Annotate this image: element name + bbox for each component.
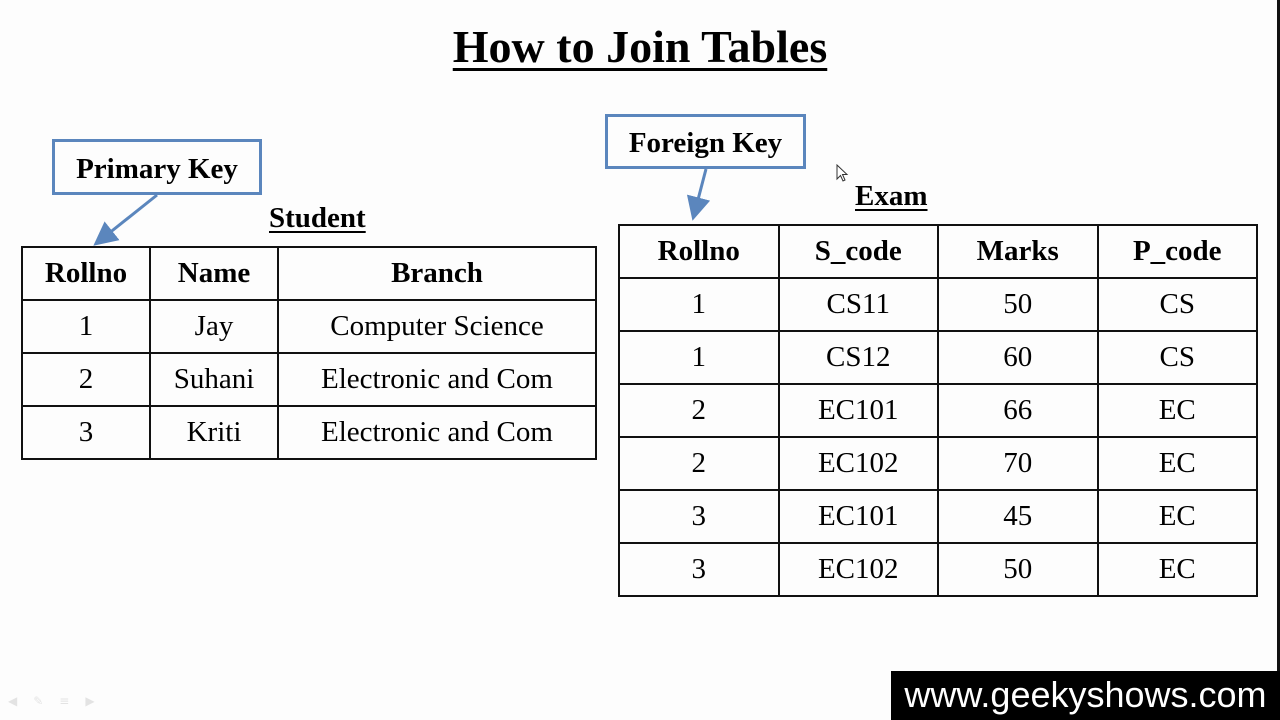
watermark: www.geekyshows.com [891, 671, 1280, 720]
table-header-row: Rollno Name Branch [21, 246, 597, 301]
header-rollno: Rollno [21, 246, 151, 301]
slideshow-controls: ◀ ✎ ≡ ▶ [8, 694, 95, 708]
cell-marks: 60 [937, 330, 1099, 385]
primary-key-arrow [93, 193, 158, 246]
foreign-key-arrow [686, 168, 711, 221]
next-icon[interactable]: ▶ [85, 694, 94, 708]
cell-s-code: EC102 [777, 542, 939, 597]
table-row: 2 EC101 66 EC [618, 383, 1258, 438]
cell-s-code: EC101 [777, 489, 939, 544]
table-row: 1 CS11 50 CS [618, 277, 1258, 332]
cell-p-code: EC [1096, 436, 1258, 491]
cell-rollno: 2 [618, 436, 780, 491]
cell-branch: Electronic and Com [277, 405, 597, 460]
table-row: 3 Kriti Electronic and Com [21, 405, 597, 460]
cell-name: Kriti [149, 405, 279, 460]
cell-p-code: EC [1096, 489, 1258, 544]
header-rollno: Rollno [618, 224, 780, 279]
cell-name: Jay [149, 299, 279, 354]
cell-rollno: 1 [21, 299, 151, 354]
cell-p-code: EC [1096, 542, 1258, 597]
cell-s-code: EC101 [777, 383, 939, 438]
cell-marks: 50 [937, 277, 1099, 332]
student-table-caption: Student [269, 202, 366, 234]
primary-key-callout: Primary Key [52, 139, 262, 195]
cell-marks: 66 [937, 383, 1099, 438]
table-row: 2 Suhani Electronic and Com [21, 352, 597, 407]
cell-rollno: 2 [21, 352, 151, 407]
cell-marks: 50 [937, 542, 1099, 597]
header-marks: Marks [937, 224, 1099, 279]
cell-s-code: CS11 [777, 277, 939, 332]
cell-marks: 45 [937, 489, 1099, 544]
exam-table: Rollno S_code Marks P_code 1 CS11 50 CS … [618, 224, 1258, 597]
cell-p-code: EC [1096, 383, 1258, 438]
cell-marks: 70 [937, 436, 1099, 491]
table-header-row: Rollno S_code Marks P_code [618, 224, 1258, 279]
table-row: 1 Jay Computer Science [21, 299, 597, 354]
cell-rollno: 1 [618, 330, 780, 385]
cell-name: Suhani [149, 352, 279, 407]
cell-p-code: CS [1096, 277, 1258, 332]
cell-rollno: 3 [21, 405, 151, 460]
mouse-cursor-icon [836, 164, 849, 182]
pen-icon[interactable]: ✎ [33, 694, 43, 708]
header-branch: Branch [277, 246, 597, 301]
prev-icon[interactable]: ◀ [8, 694, 17, 708]
table-row: 3 EC102 50 EC [618, 542, 1258, 597]
header-s-code: S_code [777, 224, 939, 279]
table-row: 1 CS12 60 CS [618, 330, 1258, 385]
cell-rollno: 2 [618, 383, 780, 438]
cell-branch: Electronic and Com [277, 352, 597, 407]
table-row: 3 EC101 45 EC [618, 489, 1258, 544]
cell-p-code: CS [1096, 330, 1258, 385]
cell-rollno: 1 [618, 277, 780, 332]
foreign-key-callout: Foreign Key [605, 114, 806, 169]
cell-s-code: EC102 [777, 436, 939, 491]
header-p-code: P_code [1096, 224, 1258, 279]
student-table: Rollno Name Branch 1 Jay Computer Scienc… [21, 246, 597, 460]
exam-table-caption: Exam [855, 180, 928, 212]
menu-icon[interactable]: ≡ [59, 694, 69, 708]
cell-rollno: 3 [618, 489, 780, 544]
cell-s-code: CS12 [777, 330, 939, 385]
cell-rollno: 3 [618, 542, 780, 597]
cell-branch: Computer Science [277, 299, 597, 354]
slide-title: How to Join Tables [452, 21, 828, 72]
table-row: 2 EC102 70 EC [618, 436, 1258, 491]
header-name: Name [149, 246, 279, 301]
